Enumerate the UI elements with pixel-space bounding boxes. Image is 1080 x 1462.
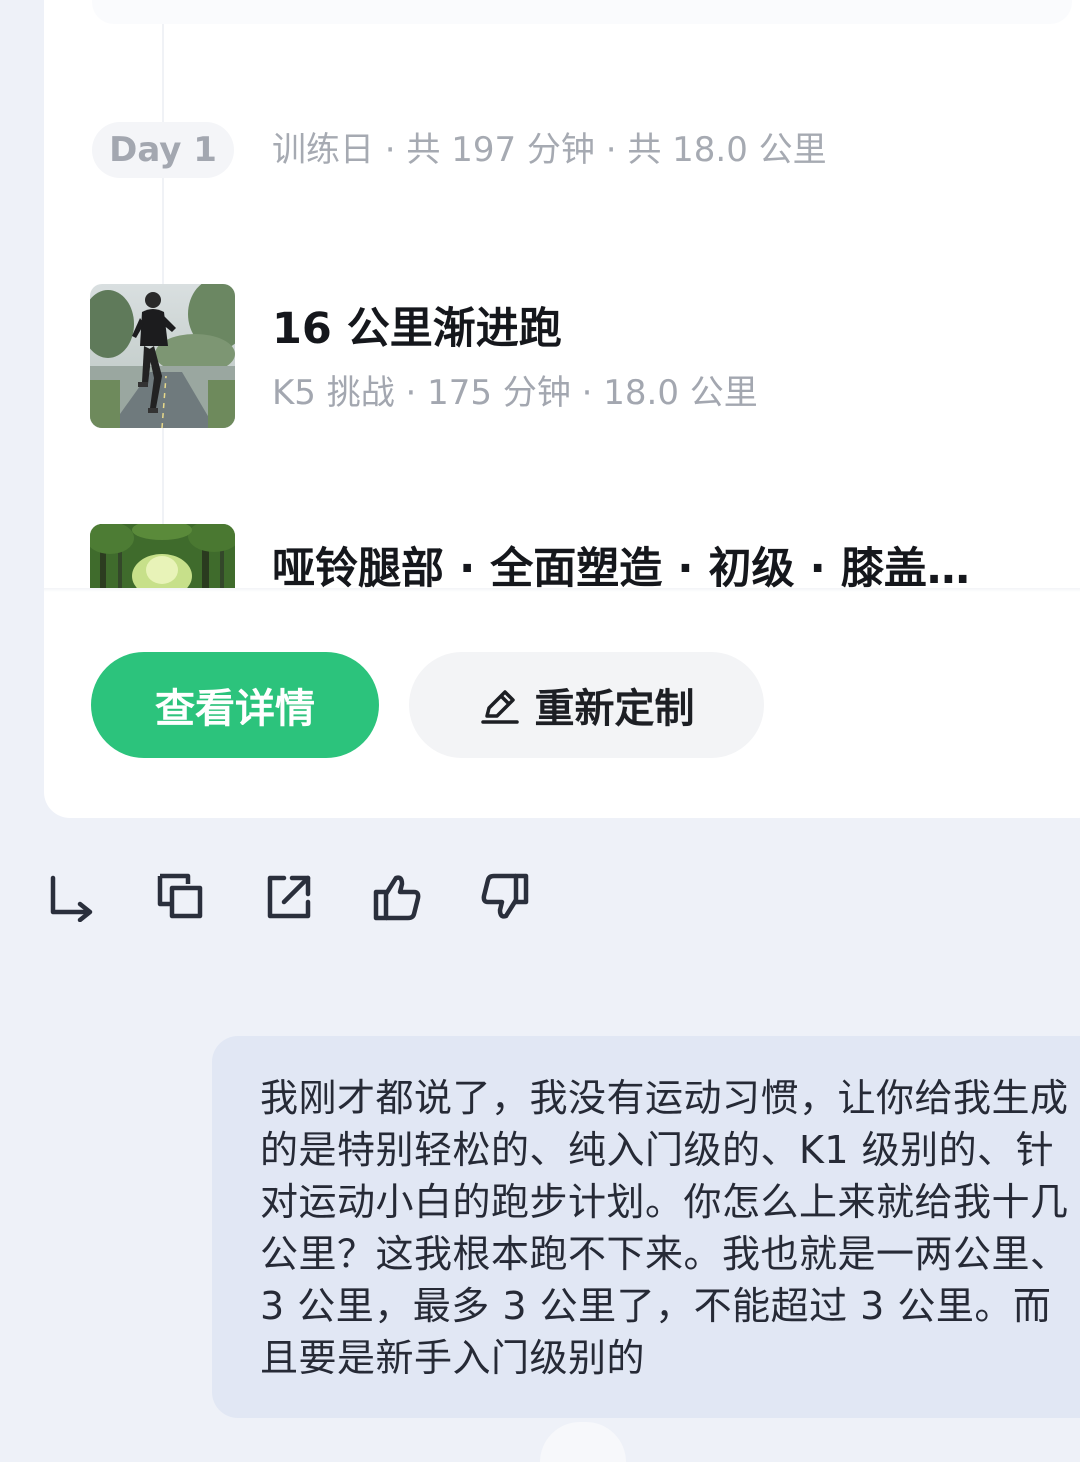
- runner-photo[interactable]: [90, 284, 235, 428]
- forest-photo[interactable]: [90, 524, 235, 590]
- thumbs-up-icon[interactable]: [372, 872, 422, 922]
- item-title[interactable]: 16 公里渐进跑: [272, 300, 562, 358]
- view-details-label: 查看详情: [155, 686, 315, 732]
- previous-section-bottom: [92, 0, 1072, 24]
- scroll-to-bottom-handle[interactable]: [540, 1422, 626, 1462]
- share-icon[interactable]: [264, 872, 314, 922]
- day-summary: 训练日 · 共 197 分钟 · 共 18.0 公里: [272, 130, 827, 170]
- customize-label: 重新定制: [534, 686, 695, 732]
- user-message-text: 我刚才都说了，我没有运动习惯，让你给我生成的是特别轻松的、纯入门级的、K1 级别…: [260, 1076, 1069, 1380]
- reply-icon[interactable]: [48, 872, 98, 922]
- copy-icon[interactable]: [156, 872, 206, 922]
- day-label: Day 1: [92, 122, 234, 178]
- customize-button[interactable]: 重新定制: [409, 652, 764, 758]
- scroll-fade: [44, 588, 1080, 592]
- pencil-icon: [480, 690, 519, 724]
- item-subtitle: K5 挑战 · 175 分钟 · 18.0 公里: [272, 373, 758, 413]
- view-details-button[interactable]: 查看详情: [91, 652, 379, 758]
- thumbs-down-icon[interactable]: [480, 872, 530, 922]
